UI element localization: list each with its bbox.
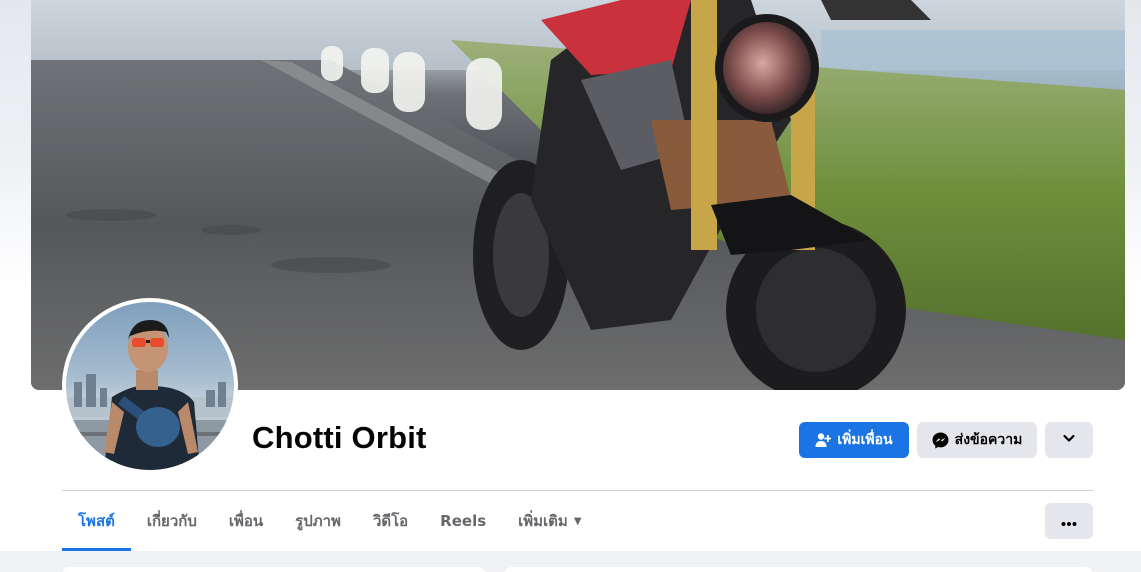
tab-posts[interactable]: โพสต์ xyxy=(62,491,131,551)
chevron-down-icon xyxy=(1062,431,1076,449)
profile-page: Chotti Orbit เพิ่มเพื่อน ส่งข้อความ โพสต… xyxy=(0,0,1141,572)
person-plus-icon xyxy=(815,432,832,448)
tab-friends[interactable]: เพื่อน xyxy=(213,491,279,551)
avatar-image xyxy=(66,302,234,470)
tab-label: รูปภาพ xyxy=(295,512,341,530)
post-composer-card xyxy=(504,567,1093,572)
message-label: ส่งข้อความ xyxy=(954,432,1023,448)
tab-reels[interactable]: Reels xyxy=(424,491,502,551)
tab-label: โพสต์ xyxy=(78,512,115,530)
profile-name: Chotti Orbit xyxy=(252,420,427,455)
messenger-icon xyxy=(932,432,949,449)
tab-photos[interactable]: รูปภาพ xyxy=(279,491,357,551)
expand-actions-button[interactable] xyxy=(1045,422,1093,458)
message-button[interactable]: ส่งข้อความ xyxy=(917,422,1037,458)
add-friend-button[interactable]: เพิ่มเพื่อน xyxy=(799,422,909,458)
add-friend-label: เพิ่มเพื่อน xyxy=(837,432,893,448)
tab-more[interactable]: เพิ่มเติม ▼ xyxy=(502,491,597,551)
tab-label: วิดีโอ xyxy=(372,512,409,530)
tab-about[interactable]: เกี่ยวกับ xyxy=(131,491,213,551)
tab-label: เพิ่มเติม xyxy=(518,512,568,530)
caret-down-icon: ▼ xyxy=(573,515,582,527)
tab-label: เกี่ยวกับ xyxy=(146,512,197,530)
profile-avatar[interactable] xyxy=(62,298,238,474)
profile-options-button[interactable] xyxy=(1045,503,1093,539)
ellipsis-icon xyxy=(1061,512,1077,531)
tab-label: เพื่อน xyxy=(228,512,264,530)
tab-videos[interactable]: วิดีโอ xyxy=(357,491,424,551)
intro-card xyxy=(62,567,486,572)
profile-tabs: โพสต์ เกี่ยวกับ เพื่อน รูปภาพ วิดีโอ Ree… xyxy=(62,491,598,551)
tab-label: Reels xyxy=(440,512,487,530)
